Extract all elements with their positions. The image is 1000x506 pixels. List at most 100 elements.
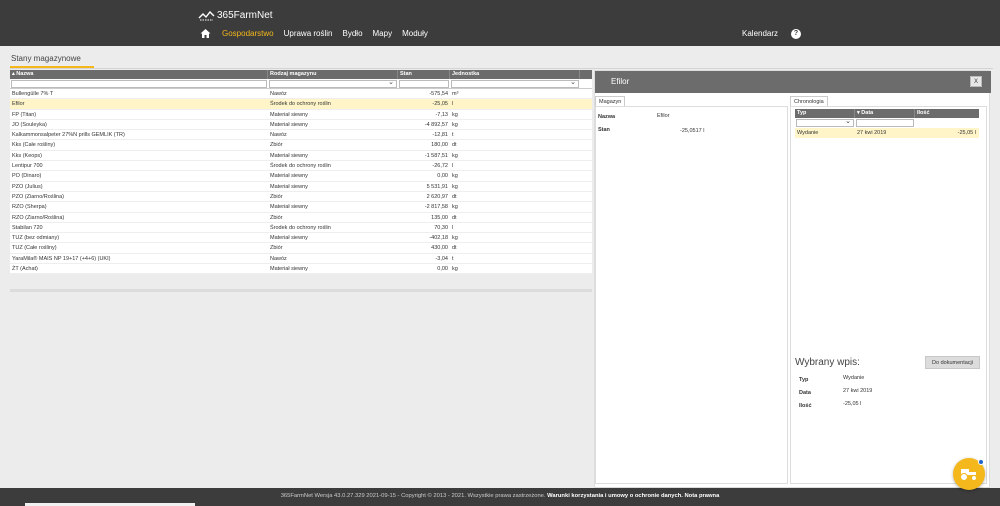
col-header-nazwa[interactable]: ▴ Nazwa — [10, 70, 268, 79]
cell-jednostka: t — [452, 255, 454, 262]
cell-rodzaj: Materiał siewny — [270, 204, 308, 211]
table-row[interactable]: Lentipur 700 Środek do ochrony roślin -26,… — [10, 161, 592, 172]
table-row[interactable]: FP (Titan) Materiał siewny -7,13 kg — [10, 110, 592, 120]
cell-stan: 430,00 — [431, 245, 448, 252]
table-row[interactable]: TUZ (Całe rośliny) Zbiór 430,00 dt — [10, 243, 592, 254]
home-icon[interactable] — [200, 28, 211, 39]
filter-typ-select[interactable] — [796, 117, 854, 127]
nav-mapy[interactable]: Mapy — [373, 29, 393, 38]
sort-desc-icon: ▾ — [857, 110, 860, 116]
cell-rodzaj: Materiał siewny — [270, 266, 308, 273]
cell-stan: -1 587,51 — [424, 152, 448, 159]
cell-nazwa: PO (Dinaro) — [12, 173, 42, 180]
cell-stan: 2 620,97 — [426, 193, 448, 200]
notification-dot — [978, 459, 984, 465]
tractor-fab-button[interactable] — [953, 458, 985, 490]
cell-rodzaj: Środek do ochrony roślin — [270, 101, 331, 108]
cell-rodzaj: Zbiór — [270, 193, 283, 200]
cell-nazwa: RZO (Ziarno/Roślina) — [12, 214, 65, 221]
history-typ-cell: Wydanie — [797, 130, 819, 136]
chronologia-panel — [790, 106, 987, 484]
col-header-stan[interactable]: Stan — [398, 70, 450, 79]
entry-ilosc-value: -25,05 l — [843, 401, 862, 407]
close-button[interactable]: X — [970, 76, 982, 87]
cell-jednostka: dt — [452, 142, 457, 149]
cell-nazwa: Kks (Keops) — [12, 152, 42, 159]
cell-stan: -2 817,58 — [424, 204, 448, 211]
cell-rodzaj: Materiał siewny — [270, 121, 308, 128]
cell-rodzaj: Nawóz — [270, 91, 287, 97]
cell-nazwa: Kalkammonsalpeter 27%N prills GEMLIK (TR… — [12, 132, 125, 139]
table-row[interactable]: RZO (Sherpa) Materiał siewny -2 817,58 kg — [10, 202, 592, 213]
cell-rodzaj: Zbiór — [270, 245, 283, 252]
table-row[interactable]: JO (Souleyka) Materiał siewny -4 892,57 kg — [10, 120, 592, 131]
cell-nazwa: ŻT (Achat) — [12, 266, 38, 273]
farm-logo-icon — [198, 10, 215, 20]
magazyn-panel — [595, 106, 788, 484]
app-brand: 365FarmNet — [217, 10, 273, 21]
cell-jednostka: kg — [452, 266, 458, 273]
cell-jednostka: kg — [452, 152, 458, 159]
cell-stan: 5 531,91 — [426, 183, 448, 190]
col-header-jednostka[interactable]: Jednostka — [450, 70, 580, 79]
cell-rodzaj: Nawóz — [270, 255, 287, 262]
cell-stan: 135,00 — [431, 214, 448, 221]
cell-nazwa: RZO (Sherpa) — [12, 204, 47, 211]
cell-jednostka: dt — [452, 245, 457, 252]
entry-ilosc-label: Ilość — [799, 403, 812, 409]
table-row[interactable]: PO (Dinaro) Materiał siewny 0,00 kg — [10, 171, 592, 182]
table-row[interactable]: YaraMila® MAIS NP 19+17 (+4+6) (UKI) Nawó… — [10, 254, 592, 265]
cell-rodzaj: Zbiór — [270, 214, 283, 221]
table-row[interactable]: ŻT (Achat) Materiał siewny 0,00 kg — [10, 264, 592, 275]
app-logo[interactable]: 365FarmNet — [198, 10, 273, 21]
cell-jednostka: l — [452, 163, 454, 170]
cell-stan: 0,00 — [437, 266, 448, 273]
filter-stan-input[interactable] — [399, 80, 449, 88]
close-icon: X — [973, 79, 978, 85]
entry-typ-label: Typ — [799, 377, 809, 383]
table-row[interactable]: Bullengülle 7% T Nawóz -575,54 m³ — [10, 89, 592, 100]
table-row[interactable]: TUZ (bez odmiany) Materiał siewny -402,18 k… — [10, 233, 592, 244]
cell-rodzaj: Środek do ochrony roślin — [270, 224, 331, 231]
cell-rodzaj: Materiał siewny — [270, 173, 308, 180]
history-col-ilosc[interactable]: Ilość — [915, 109, 979, 118]
nav-uprawa-roslin[interactable]: Uprawa roślin — [284, 29, 333, 38]
table-row[interactable]: RZO (Ziarno/Roślina) Zbiór 135,00 dt — [10, 213, 592, 223]
nav-bydlo[interactable]: Bydło — [343, 29, 363, 38]
nazwa-label: Nazwa — [598, 114, 616, 120]
filter-nazwa-input[interactable] — [11, 80, 267, 88]
help-icon[interactable]: ? — [791, 29, 801, 39]
stan-label: Stan — [598, 127, 610, 133]
stock-grid: ▴ Nazwa Rodzaj magazynu Stan Jednostka B… — [10, 70, 592, 275]
filter-rodzaj-select[interactable] — [269, 78, 397, 88]
cell-rodzaj: Nawóz — [270, 132, 287, 139]
calendar-link[interactable]: Kalendarz — [742, 29, 778, 38]
table-row[interactable]: Kalkammonsalpeter 27%N prills GEMLIK (TR… — [10, 130, 592, 141]
cell-stan: -26,72 — [432, 163, 448, 170]
nav-moduly[interactable]: Moduły — [402, 29, 428, 38]
table-row[interactable]: Kks (Całe rośliny) Zbiór 180,00 dt — [10, 140, 592, 151]
history-row[interactable]: Wydanie 27 kwi 2019 -25,05 l — [795, 128, 979, 138]
nav-gospodarstwo[interactable]: Gospodarstwo — [222, 29, 274, 38]
table-row[interactable]: Efilor Środek do ochrony roślin -25,05 l — [10, 99, 592, 110]
col-header-rodzaj[interactable]: Rodzaj magazynu — [268, 70, 398, 79]
table-row[interactable]: PZO (Ziarno/Roślina) Zbiór 2 620,97 dt — [10, 192, 592, 203]
table-row[interactable]: Kks (Keops) Materiał siewny -1 587,51 kg — [10, 151, 592, 162]
footer-legal-link[interactable]: Nota prawna — [685, 493, 720, 499]
history-grid: Typ ▾ Data Ilość Wydanie 27 kwi 2019 -25… — [795, 109, 979, 138]
table-row[interactable]: PZO (Julius) Materiał siewny 5 531,91 kg — [10, 182, 592, 192]
cell-stan: -3,04 — [435, 255, 448, 262]
table-row[interactable]: Stabilan 720 Środek do ochrony roślin 70,3… — [10, 223, 592, 234]
cell-nazwa: TUZ (Całe rośliny) — [12, 245, 57, 252]
cell-jednostka: dt — [452, 214, 457, 221]
cell-stan: -12,81 — [432, 132, 448, 139]
filter-jednostka-select[interactable] — [451, 78, 579, 88]
cell-rodzaj: Zbiór — [270, 142, 283, 149]
history-col-data[interactable]: ▾ Data — [855, 109, 915, 118]
stan-value: -25,0517 l — [680, 128, 705, 134]
cell-nazwa: TUZ (bez odmiany) — [12, 235, 60, 242]
footer-terms-link[interactable]: Warunki korzystania i umowy o ochronie d… — [547, 493, 683, 499]
cell-nazwa: YaraMila® MAIS NP 19+17 (+4+6) (UKI) — [12, 255, 111, 262]
do-dokumentacji-button[interactable]: Do dokumentacji — [925, 356, 980, 369]
filter-data-input[interactable] — [856, 119, 914, 127]
